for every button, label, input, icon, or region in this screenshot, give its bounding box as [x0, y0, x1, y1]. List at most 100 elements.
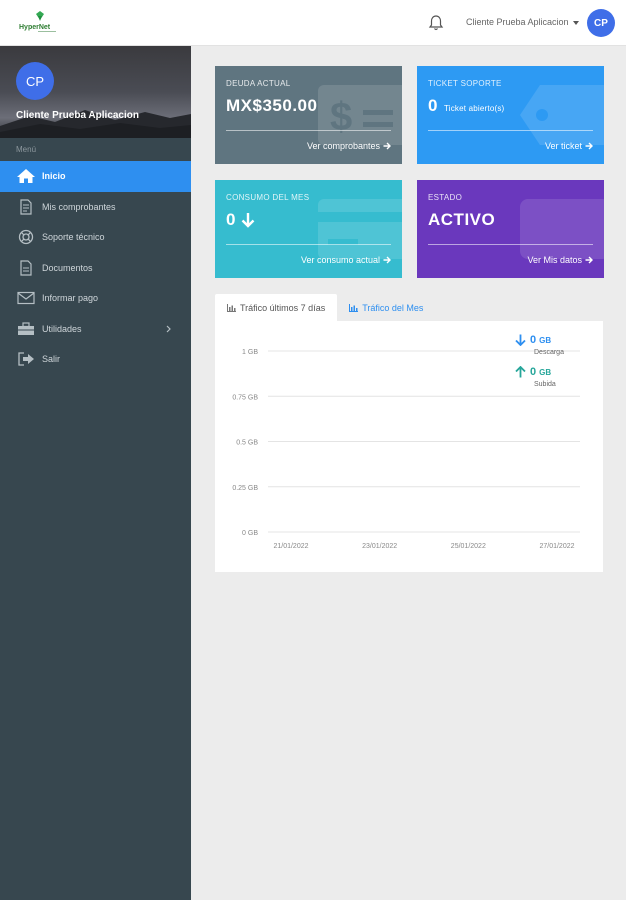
envelope-icon [16, 290, 36, 306]
y-tick-label: 0.5 GB [236, 440, 258, 447]
svg-text:HyperNet: HyperNet [19, 24, 51, 31]
tab-traffic-month[interactable]: Tráfico del Mes [337, 294, 435, 321]
card-icon [318, 199, 402, 259]
bar-chart-icon [227, 303, 236, 312]
top-bar: HyperNet Cliente Prueba Aplicacion CP [0, 0, 626, 46]
tab-label: Tráfico del Mes [362, 302, 424, 313]
sidebar-item-label: Soporte técnico [42, 232, 105, 243]
legend-download-unit: GB [539, 335, 552, 345]
x-tick-label: 21/01/2022 [273, 543, 308, 550]
sign-out-icon [16, 351, 36, 367]
arrow-right-icon [383, 142, 391, 150]
sidebar-item-label: Inicio [42, 171, 66, 182]
view-usage-label: Ver consumo actual [300, 255, 380, 265]
divider [428, 244, 593, 245]
sidebar-item-mis-comprobantes[interactable]: Mis comprobantes [0, 192, 191, 223]
usage-label: CONSUMO DEL MES [226, 193, 310, 202]
sidebar-item-salir[interactable]: Salir [0, 344, 191, 375]
debt-value: MX$350.00 [226, 96, 318, 115]
arrow-right-icon [383, 256, 391, 264]
arrow-down-icon [241, 213, 255, 228]
sidebar-user-name: Cliente Prueba Aplicacion [16, 110, 139, 121]
arrow-up-icon [515, 366, 526, 378]
menu-heading: Menú [16, 145, 37, 154]
divider [226, 130, 391, 131]
y-tick-label: 0.25 GB [232, 485, 258, 492]
view-my-data-label: Ver Mis datos [527, 255, 582, 265]
home-icon [16, 168, 36, 184]
bar-chart-icon [349, 303, 359, 312]
caret-down-icon [572, 20, 579, 25]
sidebar-item-soporte-tecnico[interactable]: Soporte técnico [0, 222, 191, 253]
debt-card: $ DEUDA ACTUAL MX$350.00 Ver comprobante… [215, 66, 402, 164]
ticket-label: TICKET SOPORTE [428, 79, 502, 88]
usage-card: CONSUMO DEL MES 0 Ver consumo actual [215, 180, 402, 278]
traffic-chart: 1 GB 0.75 GB 0.5 GB 0.25 GB 0 GB 21/01/2022 23… [232, 349, 580, 550]
legend-upload-caption: Subida [534, 381, 556, 388]
view-receipts-link[interactable]: Ver comprobantes [307, 141, 391, 151]
id-card-icon [520, 199, 604, 259]
receipt-icon: $ [318, 85, 402, 145]
user-name: Cliente Prueba Aplicacion [466, 17, 569, 27]
ticket-count: 0 [428, 96, 438, 115]
divider [428, 130, 593, 131]
x-tick-label: 25/01/2022 [451, 543, 486, 550]
view-ticket-label: Ver ticket [544, 141, 582, 151]
ticket-sub: Ticket abierto(s) [443, 103, 505, 113]
sidebar-item-informar-pago[interactable]: Informar pago [0, 283, 191, 314]
sidebar-item-utilidades[interactable]: Utilidades [0, 314, 191, 345]
sidebar-item-label: Informar pago [42, 293, 99, 304]
arrow-down-icon [515, 334, 526, 346]
bell-icon[interactable] [428, 14, 444, 32]
chevron-right-icon [166, 325, 171, 332]
sidebar: CP Cliente Prueba Aplicacion Menú Inicio… [0, 46, 191, 900]
status-label: ESTADO [428, 193, 463, 202]
ticket-value: 0 Ticket abierto(s) [428, 96, 504, 116]
avatar[interactable]: CP [587, 9, 615, 37]
usage-value: 0 [226, 210, 256, 230]
sidebar-item-label: Documentos [42, 262, 93, 273]
ticket-card: TICKET SOPORTE 0 Ticket abierto(s) Ver t… [417, 66, 604, 164]
tag-icon [520, 85, 604, 145]
sidebar-item-label: Salir [42, 354, 61, 365]
status-value: ACTIVO [428, 210, 496, 229]
toolbox-icon [16, 321, 36, 337]
lifebuoy-icon [16, 229, 36, 245]
traffic-tabs: Tráfico últimos 7 días Tráfico del Mes [215, 294, 435, 321]
y-tick-label: 0 GB [242, 530, 258, 537]
usage-amount: 0 [226, 210, 236, 229]
view-receipts-label: Ver comprobantes [306, 141, 380, 151]
sidebar-item-inicio[interactable]: Inicio [0, 161, 191, 192]
sidebar-item-label: Utilidades [42, 323, 82, 334]
hypernet-logo[interactable]: HyperNet [18, 11, 58, 35]
sidebar-avatar: CP [16, 62, 54, 100]
tab-label: Tráfico últimos 7 días [240, 302, 326, 313]
y-tick-label: 1 GB [242, 349, 258, 356]
view-my-data-link[interactable]: Ver Mis datos [527, 255, 593, 265]
svg-text:$: $ [330, 95, 352, 139]
y-tick-label: 0.75 GB [232, 394, 258, 401]
x-tick-label: 23/01/2022 [362, 543, 397, 550]
tab-traffic-7-days[interactable]: Tráfico últimos 7 días [215, 294, 338, 321]
sidebar-menu: Inicio Mis comprobantes Soporte técnico … [0, 161, 191, 375]
x-tick-label: 27/01/2022 [539, 543, 574, 550]
status-card: ESTADO ACTIVO Ver Mis datos [417, 180, 604, 278]
arrow-right-icon [585, 142, 593, 150]
divider [226, 244, 391, 245]
sidebar-profile: CP Cliente Prueba Aplicacion [0, 46, 191, 138]
legend-upload-value: 0 [530, 366, 537, 378]
debt-label: DEUDA ACTUAL [226, 79, 291, 88]
legend-download-value: 0 [530, 334, 537, 346]
document-icon [16, 260, 36, 276]
view-usage-link[interactable]: Ver consumo actual [301, 255, 391, 265]
legend-download: 0 GB [515, 334, 551, 346]
legend-upload-unit: GB [539, 367, 552, 377]
legend-upload: 0 GB [515, 366, 551, 378]
arrow-right-icon [585, 256, 593, 264]
sidebar-item-documentos[interactable]: Documentos [0, 253, 191, 284]
legend-download-caption: Descarga [534, 349, 564, 356]
user-menu-dropdown[interactable]: Cliente Prueba Aplicacion [466, 17, 579, 27]
view-ticket-link[interactable]: Ver ticket [545, 141, 593, 151]
file-icon [16, 199, 36, 215]
sidebar-item-label: Mis comprobantes [42, 201, 116, 212]
